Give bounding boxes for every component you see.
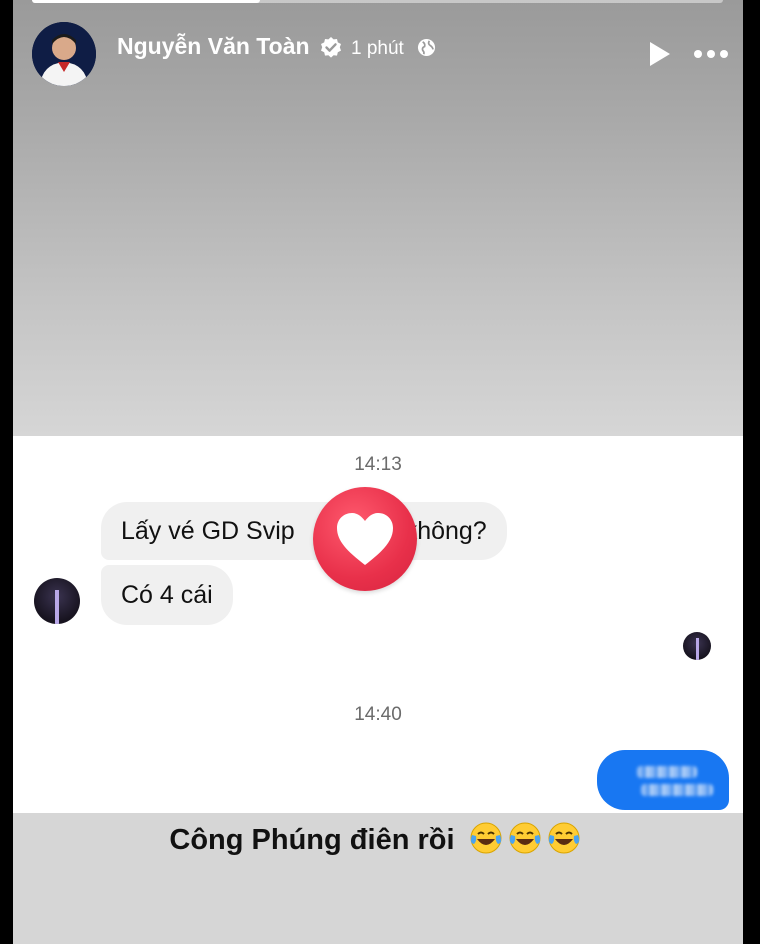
play-icon[interactable] [647, 40, 673, 68]
seen-indicator-avatar [683, 632, 711, 660]
globe-icon [417, 38, 436, 57]
message-text-end: không? [404, 517, 487, 545]
received-message-bubble: Lấy vé GD Svip không? [101, 502, 507, 560]
caption-text: Công Phúng điên rồi [169, 824, 455, 856]
more-options-icon[interactable] [691, 44, 731, 64]
received-message-bubble: Có 4 cái [101, 565, 233, 625]
author-name[interactable]: Nguyễn Văn Toàn [117, 33, 310, 60]
message-text: Lấy vé GD Svip [121, 517, 295, 545]
story-caption: Công Phúng điên rồi [13, 821, 743, 863]
contact-avatar [34, 578, 80, 624]
story-viewer: Nguyễn Văn Toàn 1 phút 14:13 Lấy vé GD S… [13, 0, 743, 944]
sent-message-bubble-blurred [597, 750, 729, 810]
chat-screenshot: 14:13 Lấy vé GD Svip không? Có 4 cái 14:4… [13, 436, 743, 813]
story-progress-bar [32, 0, 723, 3]
tears-of-joy-emoji [467, 821, 587, 863]
verified-badge-icon [321, 37, 341, 58]
chat-timestamp: 14:40 [354, 704, 402, 725]
author-avatar[interactable] [32, 22, 96, 86]
message-text: Có 4 cái [121, 581, 213, 609]
caption-area: Công Phúng điên rồi [13, 813, 743, 944]
chat-timestamp: 14:13 [354, 454, 402, 475]
heart-reaction-icon[interactable] [313, 487, 417, 591]
story-progress-fill [32, 0, 261, 3]
post-time: 1 phút [351, 38, 404, 59]
